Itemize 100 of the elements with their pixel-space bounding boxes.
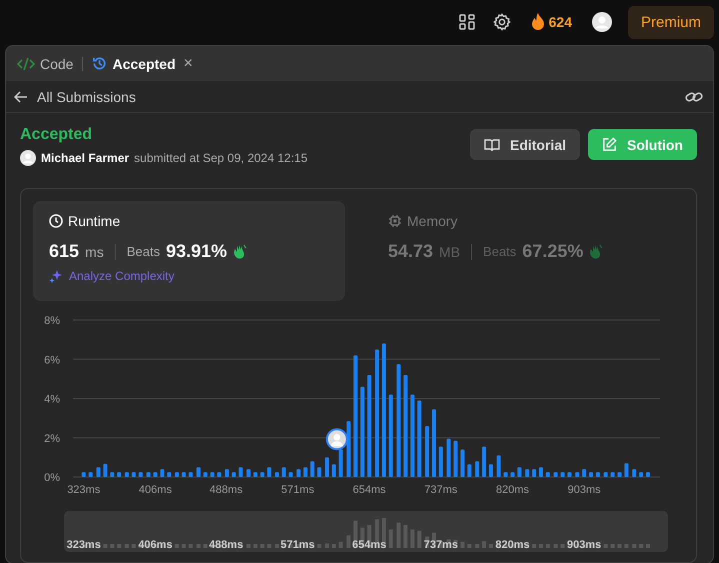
bar[interactable] (532, 469, 536, 477)
bar[interactable] (325, 457, 330, 477)
tab[interactable]: Accepted (90, 56, 178, 72)
bar[interactable] (360, 386, 364, 477)
bar[interactable] (546, 472, 550, 477)
bar[interactable] (560, 472, 565, 477)
bar[interactable] (467, 464, 472, 477)
range-navigator[interactable]: 323ms 406ms 488ms 571ms 654ms 737ms 820ms 903ms (64, 511, 668, 552)
avatar-icon (20, 150, 36, 166)
bar[interactable] (504, 472, 508, 477)
bar[interactable] (610, 472, 615, 477)
bar[interactable] (246, 469, 250, 477)
bar[interactable] (425, 426, 430, 477)
bar[interactable] (517, 467, 522, 477)
bar[interactable] (496, 455, 501, 477)
user-name[interactable]: Michael Farmer (41, 151, 130, 165)
bar[interactable] (288, 472, 293, 477)
bar[interactable] (138, 472, 143, 477)
bar[interactable] (338, 450, 343, 477)
bar[interactable] (146, 472, 150, 477)
bar[interactable] (388, 394, 393, 477)
bar[interactable] (460, 450, 464, 477)
link-icon[interactable] (685, 90, 703, 104)
tab[interactable]: Code (15, 56, 76, 72)
code-icon (17, 56, 35, 70)
bar[interactable] (404, 374, 408, 477)
editorial-button[interactable]: Editorial (470, 129, 580, 160)
bar[interactable] (96, 467, 100, 477)
user-marker-icon (326, 428, 348, 450)
bar[interactable] (103, 464, 108, 477)
bar[interactable] (203, 472, 208, 477)
grid-icon[interactable] (458, 14, 475, 30)
bar[interactable] (282, 467, 286, 477)
bar[interactable] (510, 472, 515, 477)
back-arrow-icon[interactable] (14, 90, 28, 102)
bar[interactable] (217, 472, 222, 477)
bar[interactable] (618, 472, 622, 477)
bar[interactable] (117, 472, 122, 477)
bar[interactable] (310, 461, 314, 477)
bar[interactable] (210, 472, 214, 477)
bar[interactable] (160, 469, 164, 477)
bar[interactable] (196, 467, 200, 477)
avatar-icon[interactable] (592, 12, 612, 32)
bar[interactable] (238, 467, 243, 477)
bar[interactable] (596, 472, 600, 477)
bar[interactable] (232, 472, 236, 477)
all-submissions-link[interactable]: All Submissions (37, 88, 136, 104)
bar[interactable] (274, 472, 279, 477)
bar[interactable] (253, 472, 258, 477)
bar[interactable] (317, 467, 322, 477)
bar[interactable] (632, 469, 636, 477)
bar[interactable] (375, 349, 380, 477)
bar[interactable] (582, 469, 586, 477)
bar[interactable] (124, 472, 129, 477)
bar[interactable] (224, 469, 229, 477)
x-axis-label: 820ms (496, 484, 530, 496)
bar[interactable] (132, 472, 136, 477)
bar[interactable] (182, 472, 186, 477)
bar[interactable] (88, 472, 93, 477)
bar[interactable] (410, 394, 414, 477)
bar[interactable] (446, 438, 451, 477)
bar[interactable] (260, 472, 264, 477)
bar[interactable] (296, 469, 301, 477)
bar[interactable] (624, 463, 628, 477)
bar[interactable] (646, 472, 650, 477)
bar[interactable] (174, 472, 179, 477)
bar[interactable] (454, 440, 458, 477)
beats-percent: 93.91% (166, 241, 228, 262)
bar[interactable] (575, 472, 580, 477)
bar[interactable] (438, 446, 443, 477)
bar[interactable] (539, 467, 543, 477)
close-tab-button[interactable]: × (184, 54, 193, 72)
bar[interactable] (525, 469, 530, 477)
bar[interactable] (488, 464, 493, 477)
bar[interactable] (82, 472, 86, 477)
bar[interactable] (153, 472, 158, 477)
bar[interactable] (482, 446, 486, 477)
bar[interactable] (167, 472, 172, 477)
history-icon (92, 56, 108, 71)
bar[interactable] (332, 464, 336, 477)
settings-icon[interactable] (492, 13, 511, 31)
bar[interactable] (396, 364, 401, 477)
bar[interactable] (475, 461, 480, 477)
bar[interactable] (567, 472, 572, 477)
bar[interactable] (303, 467, 308, 477)
bar[interactable] (110, 472, 114, 477)
bar[interactable] (417, 400, 422, 477)
beats-label: Beats (126, 244, 160, 259)
bar[interactable] (188, 472, 193, 477)
bar[interactable] (604, 472, 608, 477)
bar[interactable] (367, 374, 372, 477)
bar[interactable] (554, 472, 558, 477)
premium-button[interactable]: Premium (628, 6, 714, 38)
bar[interactable] (267, 467, 272, 477)
bar[interactable] (346, 421, 351, 477)
metric-value: 54.73 (388, 241, 434, 262)
bar[interactable] (639, 472, 644, 477)
runtime-card[interactable]: Runtime 615 ms Beats 93.91% Analyze Complexity (33, 201, 345, 301)
bar[interactable] (382, 344, 386, 477)
bar[interactable] (589, 472, 594, 477)
